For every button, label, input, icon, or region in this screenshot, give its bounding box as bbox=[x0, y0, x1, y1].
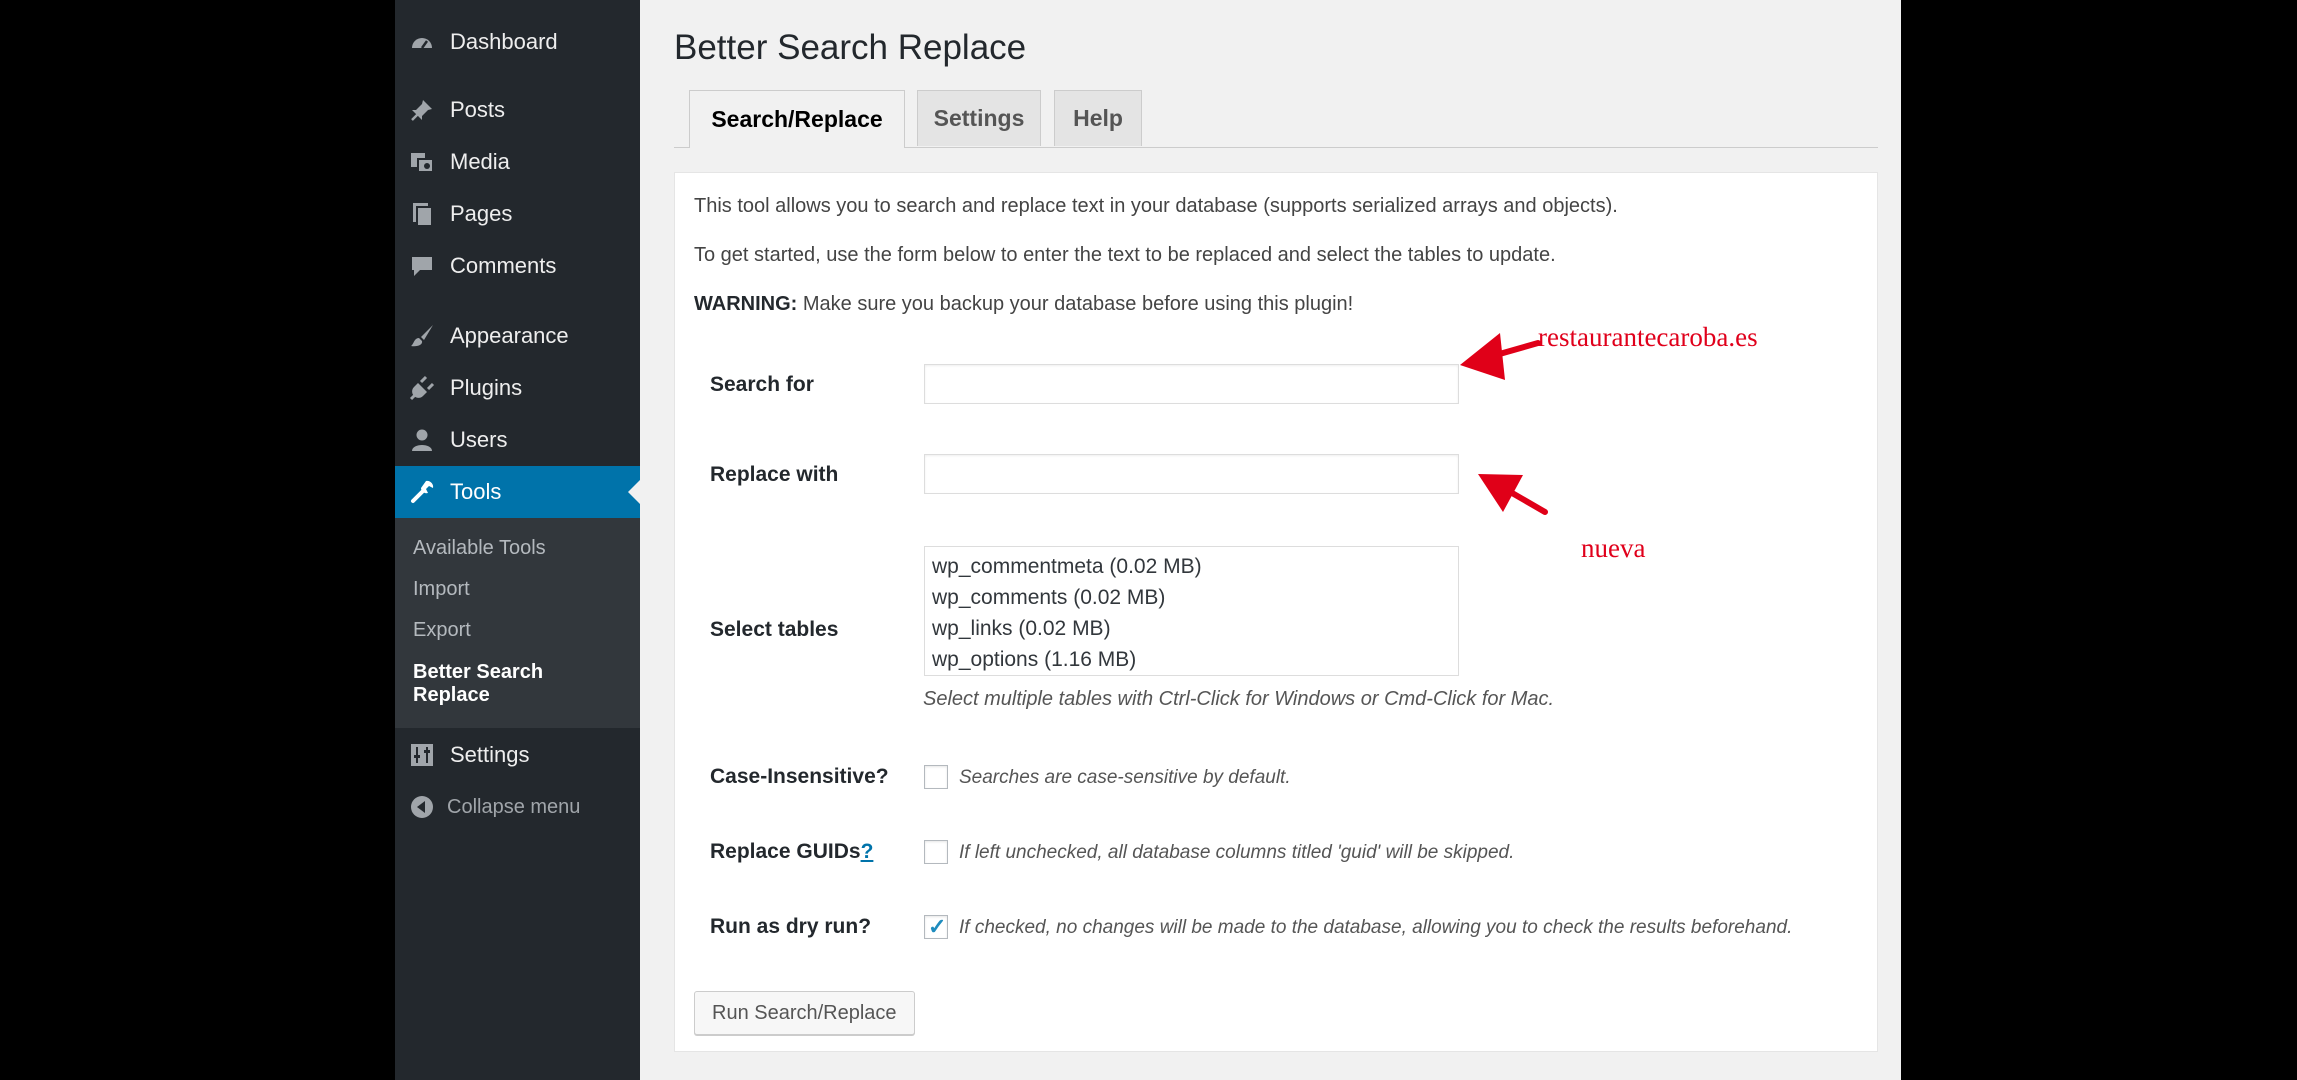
tab-search-replace[interactable]: Search/Replace bbox=[689, 90, 905, 148]
sidebar-item-posts[interactable]: Posts bbox=[395, 86, 640, 134]
sidebar-item-label: Comments bbox=[450, 253, 557, 278]
table-option[interactable]: wp_links (0.02 MB) bbox=[925, 613, 1458, 644]
submenu-item-better-search-replace[interactable]: Better Search Replace bbox=[413, 661, 593, 707]
tools-submenu: Available Tools Import Export Better Sea… bbox=[395, 518, 640, 728]
sidebar-item-label: Users bbox=[450, 427, 508, 452]
sidebar-item-comments[interactable]: Comments bbox=[395, 242, 640, 290]
plug-icon bbox=[409, 375, 435, 401]
select-tables-listbox[interactable]: wp_commentmeta (0.02 MB) wp_comments (0.… bbox=[924, 546, 1459, 676]
sidebar-item-pages[interactable]: Pages bbox=[395, 190, 640, 238]
submenu-item-export[interactable]: Export bbox=[413, 619, 471, 642]
sidebar-item-label: Posts bbox=[450, 97, 506, 122]
sidebar-item-label: Dashboard bbox=[450, 29, 558, 54]
page-title: Better Search Replace bbox=[674, 28, 1027, 67]
sidebar-item-media[interactable]: Media bbox=[395, 138, 640, 186]
guids-help-link[interactable]: ? bbox=[861, 840, 874, 863]
sliders-icon bbox=[409, 742, 435, 768]
annotation-search-value: restaurantecaroba.es bbox=[1538, 322, 1758, 352]
sidebar-item-label: Settings bbox=[450, 742, 530, 767]
media-icon bbox=[409, 149, 435, 175]
select-tables-hint: Select multiple tables with Ctrl-Click f… bbox=[923, 688, 1555, 710]
replace-guids-hint: If left unchecked, all database columns … bbox=[959, 842, 1515, 863]
sidebar-item-users[interactable]: Users bbox=[395, 416, 640, 464]
sidebar-item-dashboard[interactable]: Dashboard bbox=[395, 18, 640, 66]
brush-icon bbox=[409, 323, 435, 349]
admin-sidebar: Dashboard Posts Media Pages Comments App… bbox=[395, 0, 640, 1080]
tab-bar: Search/Replace Settings Help bbox=[674, 90, 1878, 148]
warning-label: WARNING: bbox=[694, 293, 798, 315]
active-menu-indicator bbox=[628, 480, 640, 504]
collapse-menu-button[interactable]: Collapse menu bbox=[395, 783, 640, 831]
intro-text: This tool allows you to search and repla… bbox=[694, 195, 1618, 217]
replace-with-label: Replace with bbox=[710, 463, 839, 486]
dashboard-icon bbox=[409, 29, 435, 55]
user-icon bbox=[409, 427, 435, 453]
collapse-menu-label: Collapse menu bbox=[447, 795, 581, 818]
tab-settings[interactable]: Settings bbox=[917, 90, 1041, 146]
dry-run-hint: If checked, no changes will be made to t… bbox=[959, 917, 1793, 938]
comment-icon bbox=[409, 253, 435, 279]
sidebar-item-appearance[interactable]: Appearance bbox=[395, 312, 640, 360]
wrench-icon bbox=[409, 479, 435, 505]
sidebar-item-label: Appearance bbox=[450, 323, 569, 348]
case-insensitive-checkbox[interactable] bbox=[924, 765, 948, 789]
pin-icon bbox=[409, 97, 435, 123]
replace-guids-checkbox[interactable] bbox=[924, 840, 948, 864]
warning-message: Make sure you backup your database befor… bbox=[797, 293, 1354, 315]
replace-guids-text: Replace GUIDs bbox=[710, 840, 861, 863]
table-option[interactable]: wp_comments (0.02 MB) bbox=[925, 582, 1458, 613]
search-for-label: Search for bbox=[710, 373, 814, 396]
annotation-replace-value: nueva bbox=[1581, 533, 1646, 563]
case-insensitive-label: Case-Insensitive? bbox=[710, 765, 889, 788]
submenu-item-import[interactable]: Import bbox=[413, 578, 470, 601]
search-for-input[interactable] bbox=[924, 364, 1459, 404]
sidebar-item-label: Media bbox=[450, 149, 510, 174]
sidebar-item-plugins[interactable]: Plugins bbox=[395, 364, 640, 412]
submenu-item-available-tools[interactable]: Available Tools bbox=[413, 537, 546, 560]
sidebar-item-label: Tools bbox=[450, 479, 502, 504]
wordpress-admin-window: Dashboard Posts Media Pages Comments App… bbox=[395, 0, 1901, 1080]
replace-guids-label: Replace GUIDs? bbox=[710, 840, 873, 864]
sidebar-item-label: Plugins bbox=[450, 375, 523, 400]
sidebar-item-label: Pages bbox=[450, 201, 513, 226]
instructions-text: To get started, use the form below to en… bbox=[694, 244, 1556, 266]
dry-run-checkbox[interactable]: ✓ bbox=[924, 915, 948, 939]
pages-icon bbox=[409, 201, 435, 227]
select-tables-label: Select tables bbox=[710, 618, 839, 641]
tab-help[interactable]: Help bbox=[1054, 90, 1142, 146]
main-content: Better Search Replace Search/Replace Set… bbox=[640, 0, 1901, 1080]
run-search-replace-button[interactable]: Run Search/Replace bbox=[694, 991, 915, 1035]
sidebar-item-tools[interactable]: Tools bbox=[395, 466, 640, 518]
replace-with-input[interactable] bbox=[924, 454, 1459, 494]
table-option[interactable]: wp_options (1.16 MB) bbox=[925, 644, 1458, 675]
search-replace-panel: This tool allows you to search and repla… bbox=[674, 172, 1878, 1052]
case-insensitive-hint: Searches are case-sensitive by default. bbox=[959, 767, 1291, 788]
warning-text: WARNING: Make sure you backup your datab… bbox=[694, 293, 1353, 316]
dry-run-label: Run as dry run? bbox=[710, 915, 872, 938]
table-option[interactable]: wp_commentmeta (0.02 MB) bbox=[925, 551, 1458, 582]
checkmark-icon: ✓ bbox=[928, 914, 947, 939]
collapse-arrow-icon bbox=[409, 794, 435, 820]
sidebar-item-settings[interactable]: Settings bbox=[395, 731, 640, 779]
